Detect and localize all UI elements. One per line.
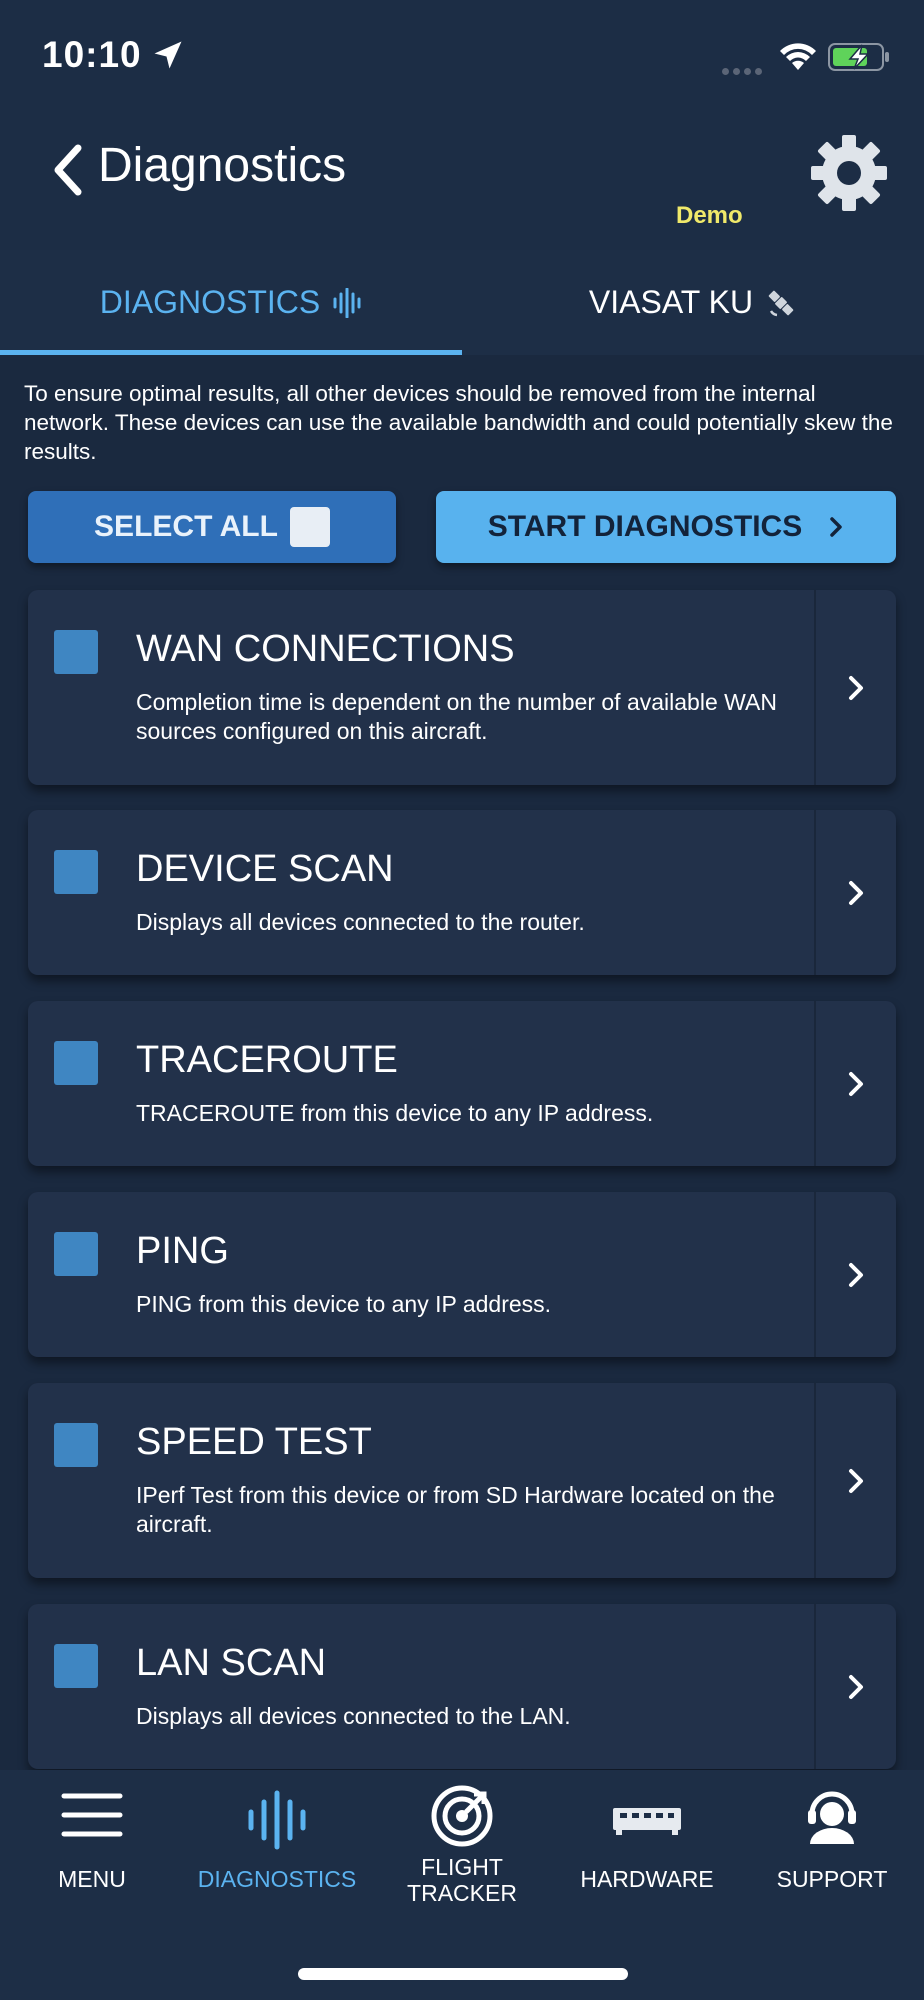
test-description: TRACEROUTE from this device to any IP ad…: [136, 1100, 654, 1126]
nav-menu-label: MENU: [58, 1866, 126, 1892]
nav-diagnostics[interactable]: DIAGNOSTICS: [185, 1770, 369, 1920]
flight-radar-icon: [431, 1785, 493, 1847]
test-checkbox[interactable]: [54, 1041, 98, 1085]
test-open-button[interactable]: [814, 1383, 896, 1578]
settings-gear-icon[interactable]: [808, 132, 890, 214]
tab-viasat-ku[interactable]: VIASAT KU: [462, 250, 924, 355]
select-all-label: SELECT ALL: [94, 510, 278, 543]
status-time: 10:10: [42, 34, 142, 75]
select-all-checkbox[interactable]: [289, 507, 330, 547]
test-card-lan-scan[interactable]: LAN SCAN Displays all devices connected …: [28, 1604, 896, 1769]
chevron-right-icon: [849, 1674, 863, 1699]
test-checkbox[interactable]: [54, 1232, 98, 1276]
chevron-right-icon: [849, 1468, 863, 1493]
select-all-button[interactable]: SELECT ALL: [28, 491, 396, 563]
waveform-icon: [248, 1790, 306, 1850]
test-description: Displays all devices connected to the ro…: [136, 909, 585, 935]
test-title: WAN CONNECTIONS: [136, 628, 515, 670]
test-open-button[interactable]: [814, 810, 896, 975]
hamburger-icon: [61, 1793, 123, 1837]
router-icon: [613, 1808, 681, 1835]
tab-diagnostics[interactable]: DIAGNOSTICS: [0, 250, 462, 355]
nav-diagnostics-label: DIAGNOSTICS: [197, 1866, 357, 1892]
test-description: PING from this device to any IP address.: [136, 1291, 552, 1317]
test-checkbox[interactable]: [54, 1644, 98, 1688]
test-open-button[interactable]: [814, 590, 896, 785]
chevron-right-icon: [830, 517, 842, 537]
tab-viasat-label: VIASAT KU: [588, 284, 754, 320]
headset-icon: [808, 1791, 856, 1844]
test-title: PING: [136, 1230, 229, 1272]
test-open-button[interactable]: [814, 1192, 896, 1357]
test-card-speed-test[interactable]: SPEED TEST IPerf Test from this device o…: [28, 1383, 896, 1578]
satellite-icon: [768, 290, 794, 316]
page-title: Diagnostics: [98, 139, 347, 192]
test-title: TRACEROUTE: [136, 1039, 398, 1081]
home-indicator: [298, 1968, 628, 1980]
test-open-button[interactable]: [814, 1604, 896, 1769]
chevron-right-icon: [849, 675, 863, 700]
test-card-device-scan[interactable]: DEVICE SCAN Displays all devices connect…: [28, 810, 896, 975]
wifi-icon: [780, 43, 816, 70]
back-button[interactable]: [48, 140, 88, 200]
cellular-signal-icon: [722, 62, 766, 75]
test-title: LAN SCAN: [136, 1642, 327, 1684]
start-diagnostics-label: START DIAGNOSTICS: [487, 510, 803, 543]
status-bar: 10:10: [0, 0, 924, 110]
diagnostics-content: To ensure optimal results, all other dev…: [0, 355, 924, 1770]
test-card-traceroute[interactable]: TRACEROUTE TRACEROUTE from this device t…: [28, 1001, 896, 1166]
tab-diagnostics-label: DIAGNOSTICS: [99, 284, 321, 320]
test-description: Displays all devices connected to the LA…: [136, 1703, 571, 1729]
location-arrow-icon: [154, 41, 182, 69]
test-checkbox[interactable]: [54, 1423, 98, 1467]
bottom-nav: MENU DIAGNOSTICS FLIGHT TRACKER HARDWARE: [0, 1770, 924, 2000]
header: Diagnostics Demo: [0, 110, 924, 250]
notice-text: To ensure optimal results, all other dev…: [24, 381, 893, 464]
test-title: DEVICE SCAN: [136, 848, 394, 890]
battery-charging-icon: [828, 43, 889, 71]
nav-menu[interactable]: MENU: [0, 1770, 184, 1920]
nav-hardware[interactable]: HARDWARE: [555, 1770, 739, 1920]
chevron-right-icon: [849, 1262, 863, 1287]
nav-hardware-label: HARDWARE: [580, 1866, 714, 1892]
waveform-icon: [333, 287, 361, 318]
tab-bar: DIAGNOSTICS VIASAT KU: [0, 250, 924, 355]
chevron-right-icon: [849, 1071, 863, 1096]
test-description: Completion time is dependent on the numb…: [136, 689, 777, 744]
test-checkbox[interactable]: [54, 850, 98, 894]
test-card-ping[interactable]: PING PING from this device to any IP add…: [28, 1192, 896, 1357]
nav-support[interactable]: SUPPORT: [740, 1770, 924, 1920]
test-title: SPEED TEST: [136, 1421, 372, 1463]
test-description: IPerf Test from this device or from SD H…: [136, 1482, 775, 1537]
nav-flight-tracker-label: FLIGHT TRACKER: [407, 1854, 517, 1906]
test-open-button[interactable]: [814, 1001, 896, 1166]
test-checkbox[interactable]: [54, 630, 98, 674]
start-diagnostics-button[interactable]: START DIAGNOSTICS: [436, 491, 896, 563]
chevron-right-icon: [849, 880, 863, 905]
test-card-wan-connections[interactable]: WAN CONNECTIONS Completion time is depen…: [28, 590, 896, 785]
nav-flight-tracker[interactable]: FLIGHT TRACKER: [370, 1770, 554, 1920]
nav-support-label: SUPPORT: [776, 1866, 888, 1892]
demo-badge: Demo: [676, 202, 743, 229]
